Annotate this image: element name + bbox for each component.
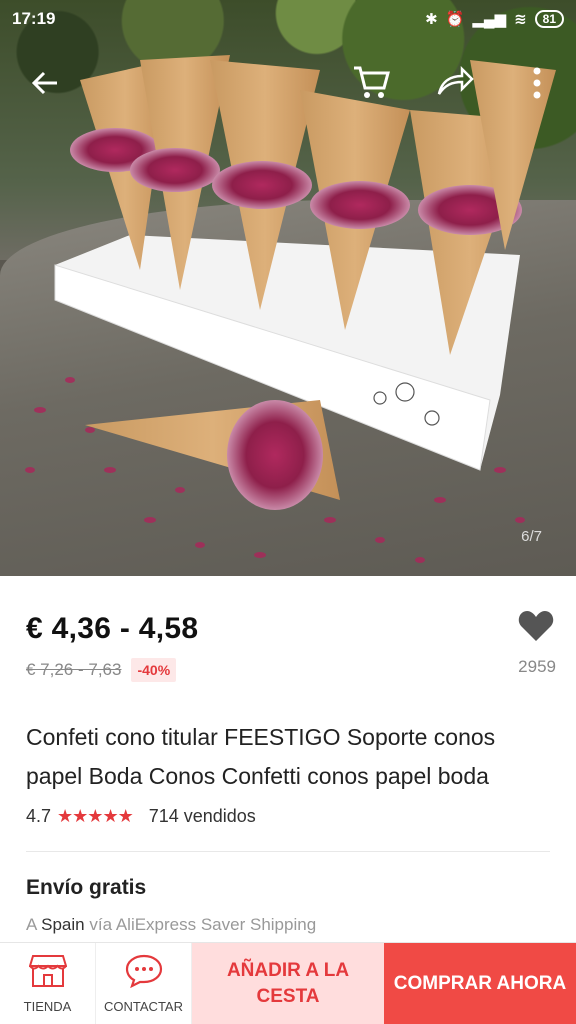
status-icons: ✱ ⏰ ▂▄▆ ≋ 81 (425, 10, 564, 28)
star-rating-icon: ★★★★★ (57, 806, 134, 826)
product-title: Confeti cono titular FEESTIGO Soporte co… (26, 724, 496, 789)
bluetooth-icon: ✱ (425, 11, 438, 28)
buy-now-button[interactable]: COMPRAR AHORA (384, 943, 576, 1024)
cart-icon[interactable] (352, 64, 390, 105)
product-image-gallery[interactable]: 17:19 ✱ ⏰ ▂▄▆ ≋ 81 6/7 (0, 0, 576, 576)
wishlist-button[interactable] (516, 610, 556, 647)
status-bar: 17:19 ✱ ⏰ ▂▄▆ ≋ 81 (0, 0, 576, 38)
shipping-title[interactable]: Envío gratis (26, 876, 146, 900)
store-label: TIENDA (23, 999, 72, 1014)
battery-indicator: 81 (534, 10, 564, 28)
discount-badge: -40% (131, 658, 177, 682)
chat-icon (125, 954, 163, 993)
store-button[interactable]: TIENDA (0, 943, 96, 1024)
wishlist-count: 2959 (518, 657, 556, 676)
more-vertical-icon[interactable] (532, 66, 542, 105)
bottom-action-bar: TIENDA CONTACTAR AÑADIR A LA CESTA COMPR… (0, 942, 576, 1024)
alarm-icon: ⏰ (445, 11, 465, 28)
original-price: € 7,26 - 7,63 (26, 660, 122, 679)
shipping-prefix: A (26, 915, 37, 934)
contact-label: CONTACTAR (104, 999, 183, 1014)
contact-button[interactable]: CONTACTAR (96, 943, 192, 1024)
shipping-method: vía AliExpress Saver Shipping (89, 915, 317, 934)
divider (26, 851, 550, 852)
heart-icon[interactable] (518, 611, 554, 646)
store-icon (28, 954, 67, 993)
top-action-bar (0, 56, 576, 112)
original-price-row: € 7,26 - 7,63 -40% (26, 658, 198, 682)
shipping-destination: Spain (41, 915, 85, 934)
wifi-icon: ≋ (514, 11, 527, 28)
image-counter: 6/7 (521, 528, 542, 545)
status-time: 17:19 (12, 9, 56, 28)
rating-value: 4.7 (26, 806, 52, 826)
price: € 4,36 - 4,58 (26, 612, 199, 645)
share-icon[interactable] (436, 65, 474, 103)
signal-icon: ▂▄▆ (472, 11, 507, 28)
arrow-left-icon[interactable] (30, 68, 60, 103)
rating-row[interactable]: 4.7 ★★★★★ 714 vendidos (26, 806, 256, 827)
add-to-cart-button[interactable]: AÑADIR A LA CESTA (192, 943, 384, 1024)
sold-count: 714 vendidos (148, 806, 256, 826)
price-block: € 4,36 - 4,58 € 7,26 - 7,63 -40% (26, 612, 198, 682)
shipping-details[interactable]: A Spain vía AliExpress Saver Shipping (26, 915, 316, 935)
